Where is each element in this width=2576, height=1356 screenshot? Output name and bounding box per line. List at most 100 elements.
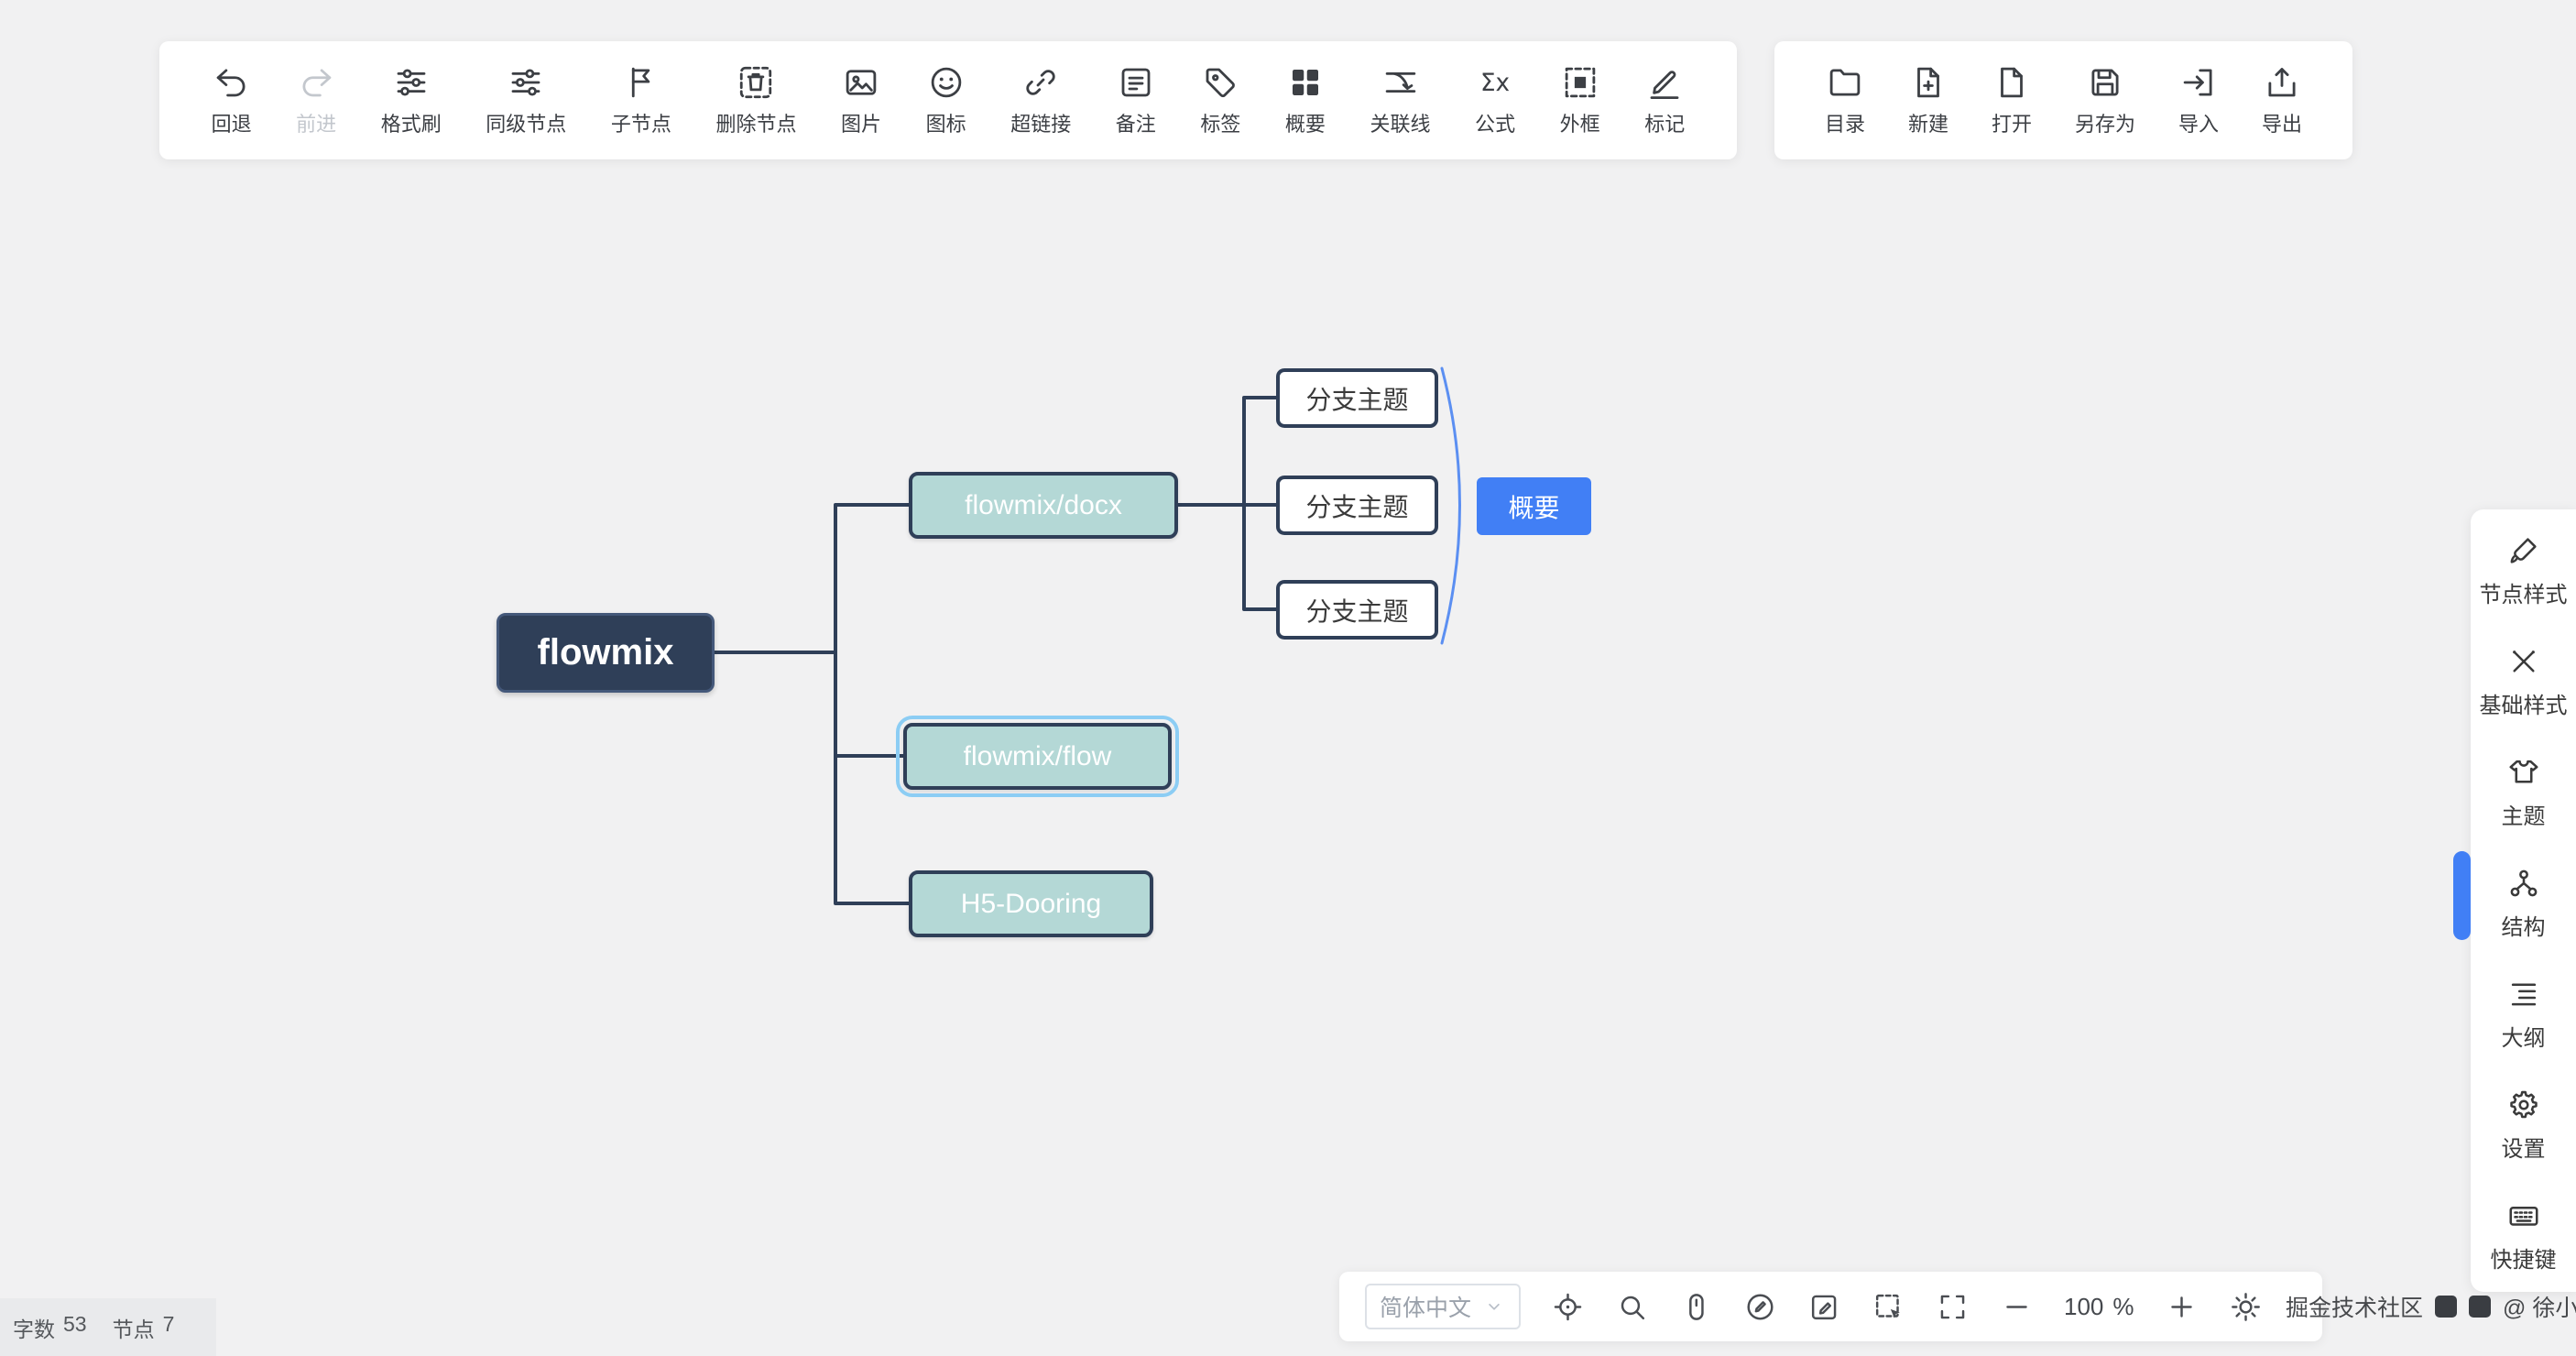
formula-button[interactable]: Σx 公式 xyxy=(1475,63,1515,137)
keyboard-icon xyxy=(2506,1198,2541,1233)
node-count: 节点 7 xyxy=(113,1312,175,1343)
save-as-button[interactable]: 另存为 xyxy=(2075,63,2135,137)
zoom-percent-sign: % xyxy=(2112,1293,2134,1321)
edit-icon[interactable] xyxy=(1807,1290,1841,1324)
delete-node-button[interactable]: 删除节点 xyxy=(715,63,796,137)
image-icon xyxy=(842,63,880,102)
marquee-select-icon[interactable] xyxy=(1872,1290,1905,1324)
file-plus-icon xyxy=(1909,63,1948,102)
hyperlink-button[interactable]: 超链接 xyxy=(1010,63,1071,137)
directory-label: 目录 xyxy=(1825,108,1865,137)
directory-button[interactable]: 目录 xyxy=(1825,63,1865,137)
zoom-level: 100 % xyxy=(2064,1293,2134,1321)
branch-topic-node[interactable]: 分支主题 xyxy=(1276,368,1438,428)
export-button[interactable]: 导出 xyxy=(2262,63,2302,137)
tag-button[interactable]: 标签 xyxy=(1200,63,1240,137)
structure-label: 结构 xyxy=(2502,909,2546,941)
child-node-label: 子节点 xyxy=(611,108,671,137)
new-file-label: 新建 xyxy=(1908,108,1948,137)
settings-label: 设置 xyxy=(2502,1131,2546,1163)
redo-icon xyxy=(297,63,335,102)
node-h5-dooring[interactable]: H5-Dooring xyxy=(909,870,1153,937)
undo-label: 回退 xyxy=(212,108,252,137)
branch-topic-node[interactable]: 分支主题 xyxy=(1276,476,1438,535)
outer-frame-label: 外框 xyxy=(1560,108,1600,137)
open-file-label: 打开 xyxy=(1992,108,2032,137)
node-style-icon xyxy=(2506,533,2541,568)
formula-label: 公式 xyxy=(1475,108,1515,137)
summary-node[interactable]: 概要 xyxy=(1477,477,1591,535)
image-button[interactable]: 图片 xyxy=(841,63,881,137)
sidebar-item-basic-style[interactable]: 基础样式 xyxy=(2471,626,2576,737)
sibling-node-label: 同级节点 xyxy=(486,108,566,137)
sibling-node-icon xyxy=(507,63,545,102)
fullscreen-icon[interactable] xyxy=(1936,1290,1970,1324)
language-select[interactable]: 简体中文 xyxy=(1365,1284,1521,1329)
export-icon xyxy=(2263,63,2301,102)
comment-pen-icon[interactable] xyxy=(1743,1290,1777,1324)
main-toolbar: 回退 前进 格式刷 同级节点 子节点 删除节点 图片 图标 超链接 备注 标签 xyxy=(159,41,1737,159)
mark-button[interactable]: 标记 xyxy=(1644,63,1685,137)
zoom-value-text: 100 xyxy=(2064,1293,2103,1321)
tag-icon xyxy=(1201,63,1239,102)
import-icon xyxy=(2179,63,2218,102)
gear-icon xyxy=(2506,1088,2541,1122)
language-value: 简体中文 xyxy=(1380,1290,1471,1323)
new-file-button[interactable]: 新建 xyxy=(1908,63,1948,137)
outer-frame-icon xyxy=(1561,63,1599,102)
theme-icon xyxy=(2506,755,2541,790)
summary-tool-button[interactable]: 概要 xyxy=(1285,63,1326,137)
structure-icon xyxy=(2506,866,2541,901)
link-icon xyxy=(1021,63,1060,102)
sibling-node-button[interactable]: 同级节点 xyxy=(486,63,566,137)
icon-label: 图标 xyxy=(926,108,966,137)
locate-icon[interactable] xyxy=(1551,1290,1585,1324)
marker-icon xyxy=(1645,63,1684,102)
node-count-label: 节点 xyxy=(113,1312,155,1343)
child-node-icon xyxy=(622,63,660,102)
chevron-down-icon xyxy=(1482,1295,1506,1318)
node-flowmix-flow-selected[interactable]: flowmix/flow xyxy=(903,723,1172,790)
zoom-in-button[interactable] xyxy=(2165,1290,2199,1324)
zoom-out-button[interactable] xyxy=(2000,1290,2034,1324)
open-file-button[interactable]: 打开 xyxy=(1992,63,2032,137)
node-flowmix-docx[interactable]: flowmix/docx xyxy=(909,472,1178,539)
child-node-button[interactable]: 子节点 xyxy=(611,63,671,137)
search-icon[interactable] xyxy=(1615,1290,1649,1324)
word-count-label: 字数 xyxy=(13,1312,55,1343)
status-bar: 字数 53 节点 7 xyxy=(0,1298,216,1356)
undo-icon xyxy=(213,63,251,102)
undo-button[interactable]: 回退 xyxy=(212,63,252,137)
icon-button[interactable]: 图标 xyxy=(926,63,966,137)
outer-frame-button[interactable]: 外框 xyxy=(1560,63,1600,137)
note-button[interactable]: 备注 xyxy=(1116,63,1156,137)
root-node[interactable]: flowmix xyxy=(497,613,715,693)
sidebar-item-shortcuts[interactable]: 快捷键 xyxy=(2471,1180,2576,1291)
watermark-logo-icon xyxy=(2435,1296,2457,1318)
sidebar-item-node-style[interactable]: 节点样式 xyxy=(2471,515,2576,626)
format-painter-button[interactable]: 格式刷 xyxy=(381,63,442,137)
shortcuts-label: 快捷键 xyxy=(2491,1241,2557,1274)
image-label: 图片 xyxy=(841,108,881,137)
sidebar-item-settings[interactable]: 设置 xyxy=(2471,1069,2576,1180)
brightness-icon[interactable] xyxy=(2229,1290,2263,1324)
sidebar-item-outline[interactable]: 大纲 xyxy=(2471,958,2576,1069)
outline-icon xyxy=(2506,977,2541,1012)
mindmap-edges xyxy=(0,0,2576,1356)
mouse-mode-icon[interactable] xyxy=(1679,1290,1713,1324)
redo-button[interactable]: 前进 xyxy=(296,63,336,137)
theme-label: 主题 xyxy=(2502,798,2546,830)
tag-label: 标签 xyxy=(1200,108,1240,137)
sidebar-item-structure[interactable]: 结构 xyxy=(2471,848,2576,958)
basic-style-icon xyxy=(2506,644,2541,679)
summary-tool-label: 概要 xyxy=(1285,108,1326,137)
sidebar-item-theme[interactable]: 主题 xyxy=(2471,737,2576,848)
basic-style-label: 基础样式 xyxy=(2480,687,2568,719)
import-button[interactable]: 导入 xyxy=(2178,63,2219,137)
canvas-toolbar: 简体中文 100 % xyxy=(1339,1272,2322,1341)
save-icon xyxy=(2086,63,2124,102)
relation-line-button[interactable]: 关联线 xyxy=(1370,63,1431,137)
smiley-icon xyxy=(927,63,966,102)
watermark-text-right: @ 徐小夕 xyxy=(2503,1290,2576,1323)
branch-topic-node[interactable]: 分支主题 xyxy=(1276,580,1438,640)
